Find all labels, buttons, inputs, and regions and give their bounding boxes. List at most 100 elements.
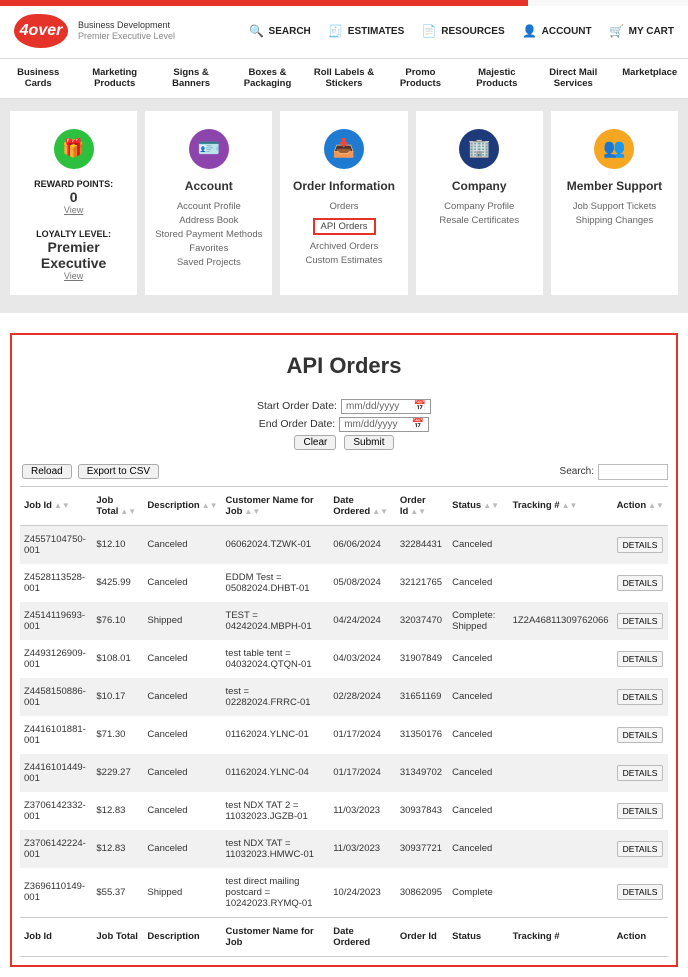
support-link-shipping[interactable]: Shipping Changes	[557, 215, 672, 226]
cell-order-id: 32037470	[396, 602, 448, 640]
order-info-title: Order Information	[286, 179, 401, 193]
col-status[interactable]: Status▲▼	[448, 486, 508, 525]
cell-order-id: 32121765	[396, 564, 448, 602]
fcol-customer-name: Customer Name for Job	[222, 917, 330, 956]
cell-order-id: 30937721	[396, 830, 448, 868]
cell-tracking: 1Z2A46811309762066	[509, 602, 613, 640]
start-date-input[interactable]: mm/dd/yyyy 📅	[341, 399, 431, 414]
cell-job-id: Z4493126909-001	[20, 640, 92, 678]
account-link-payment[interactable]: Stored Payment Methods	[151, 229, 266, 240]
col-job-id[interactable]: Job Id▲▼	[20, 486, 92, 525]
export-csv-button[interactable]: Export to CSV	[78, 464, 159, 479]
account-link-profile[interactable]: Account Profile	[151, 201, 266, 212]
account-link-address[interactable]: Address Book	[151, 215, 266, 226]
cell-job-total: $12.10	[92, 525, 143, 564]
details-button[interactable]: DETAILS	[617, 841, 664, 857]
nav-boxes-packaging[interactable]: Boxes & Packaging	[229, 65, 305, 92]
order-link-archived[interactable]: Archived Orders	[286, 241, 401, 252]
cell-date-ordered: 05/08/2024	[329, 564, 396, 602]
reward-points-value: 0	[16, 189, 131, 205]
reward-points-view[interactable]: View	[16, 205, 131, 215]
cell-action: DETAILS	[613, 754, 668, 792]
account-link-favorites[interactable]: Favorites	[151, 243, 266, 254]
search-label: Search:	[560, 466, 594, 477]
calendar-icon: 📅	[414, 401, 426, 412]
details-button[interactable]: DETAILS	[617, 727, 664, 743]
search-link[interactable]: 🔍 SEARCH	[250, 24, 311, 38]
details-button[interactable]: DETAILS	[617, 575, 664, 591]
end-date-placeholder: mm/dd/yyyy	[344, 419, 397, 430]
nav-business-cards[interactable]: Business Cards	[0, 65, 76, 92]
col-date-ordered[interactable]: Date Ordered▲▼	[329, 486, 396, 525]
cell-description: Canceled	[143, 754, 221, 792]
support-link-tickets[interactable]: Job Support Tickets	[557, 201, 672, 212]
order-link-estimates[interactable]: Custom Estimates	[286, 255, 401, 266]
logo[interactable]: 4over	[14, 14, 68, 48]
cell-order-id: 31350176	[396, 716, 448, 754]
col-job-total[interactable]: Job Total▲▼	[92, 486, 143, 525]
end-date-input[interactable]: mm/dd/yyyy 📅	[339, 417, 429, 432]
search-input[interactable]	[598, 464, 668, 480]
nav-majestic-products[interactable]: Majestic Products	[459, 65, 535, 92]
cell-job-total: $55.37	[92, 868, 143, 918]
nav-promo-products[interactable]: Promo Products	[382, 65, 458, 92]
details-button[interactable]: DETAILS	[617, 651, 664, 667]
sort-icon: ▲▼	[562, 501, 578, 510]
details-button[interactable]: DETAILS	[617, 689, 664, 705]
cart-link[interactable]: 🛒 MY CART	[610, 24, 674, 38]
nav-signs-banners[interactable]: Signs & Banners	[153, 65, 229, 92]
details-button[interactable]: DETAILS	[617, 613, 664, 629]
resources-icon: 📄	[422, 24, 436, 38]
order-link-orders[interactable]: Orders	[286, 201, 401, 212]
clear-button[interactable]: Clear	[294, 435, 336, 450]
details-button[interactable]: DETAILS	[617, 803, 664, 819]
cell-status: Canceled	[448, 716, 508, 754]
cell-order-id: 30937843	[396, 792, 448, 830]
cell-action: DETAILS	[613, 640, 668, 678]
cell-date-ordered: 04/03/2024	[329, 640, 396, 678]
col-order-id[interactable]: Order Id▲▼	[396, 486, 448, 525]
fcol-date-ordered: Date Ordered	[329, 917, 396, 956]
nav-marketing-products[interactable]: Marketing Products	[76, 65, 152, 92]
col-tracking[interactable]: Tracking #▲▼	[509, 486, 613, 525]
cell-action: DETAILS	[613, 716, 668, 754]
nav-direct-mail[interactable]: Direct Mail Services	[535, 65, 611, 92]
cell-description: Canceled	[143, 564, 221, 602]
start-date-label: Start Order Date:	[257, 400, 337, 412]
header: 4over Business Development Premier Execu…	[0, 6, 688, 58]
cell-status: Canceled	[448, 564, 508, 602]
table-row: Z4458150886-001$10.17Canceledtest = 0228…	[20, 678, 668, 716]
cell-customer-name: test NDX TAT = 11032023.HMWC-01	[222, 830, 330, 868]
nav-roll-labels[interactable]: Roll Labels & Stickers	[306, 65, 382, 92]
table-row: Z4416101881-001$71.30Canceled01162024.YL…	[20, 716, 668, 754]
cell-customer-name: test NDX TAT 2 = 11032023.JGZB-01	[222, 792, 330, 830]
details-button[interactable]: DETAILS	[617, 765, 664, 781]
cell-order-id: 30862095	[396, 868, 448, 918]
estimates-link[interactable]: 🧾 ESTIMATES	[329, 24, 404, 38]
col-description[interactable]: Description▲▼	[143, 486, 221, 525]
estimates-label: ESTIMATES	[348, 26, 404, 37]
order-link-api-orders[interactable]: API Orders	[313, 218, 376, 235]
company-link-resale[interactable]: Resale Certificates	[422, 215, 537, 226]
details-button[interactable]: DETAILS	[617, 537, 664, 553]
end-date-label: End Order Date:	[259, 418, 335, 430]
cell-description: Canceled	[143, 640, 221, 678]
cell-tracking	[509, 754, 613, 792]
cart-icon: 🛒	[610, 24, 624, 38]
table-header-row: Job Id▲▼ Job Total▲▼ Description▲▼ Custo…	[20, 486, 668, 525]
loyalty-view[interactable]: View	[16, 271, 131, 281]
brand-line2: Premier Executive Level	[78, 31, 175, 42]
submit-button[interactable]: Submit	[344, 435, 393, 450]
cell-job-id: Z4528113528-001	[20, 564, 92, 602]
account-link[interactable]: 👤 ACCOUNT	[523, 24, 592, 38]
col-action[interactable]: Action▲▼	[613, 486, 668, 525]
company-link-profile[interactable]: Company Profile	[422, 201, 537, 212]
nav-marketplace[interactable]: Marketplace	[612, 65, 688, 92]
account-link-saved[interactable]: Saved Projects	[151, 257, 266, 268]
gift-icon: 🎁	[54, 129, 94, 169]
reload-button[interactable]: Reload	[22, 464, 72, 479]
col-customer-name[interactable]: Customer Name for Job▲▼	[222, 486, 330, 525]
details-button[interactable]: DETAILS	[617, 884, 664, 900]
resources-link[interactable]: 📄 RESOURCES	[422, 24, 504, 38]
fcol-action: Action	[613, 917, 668, 956]
